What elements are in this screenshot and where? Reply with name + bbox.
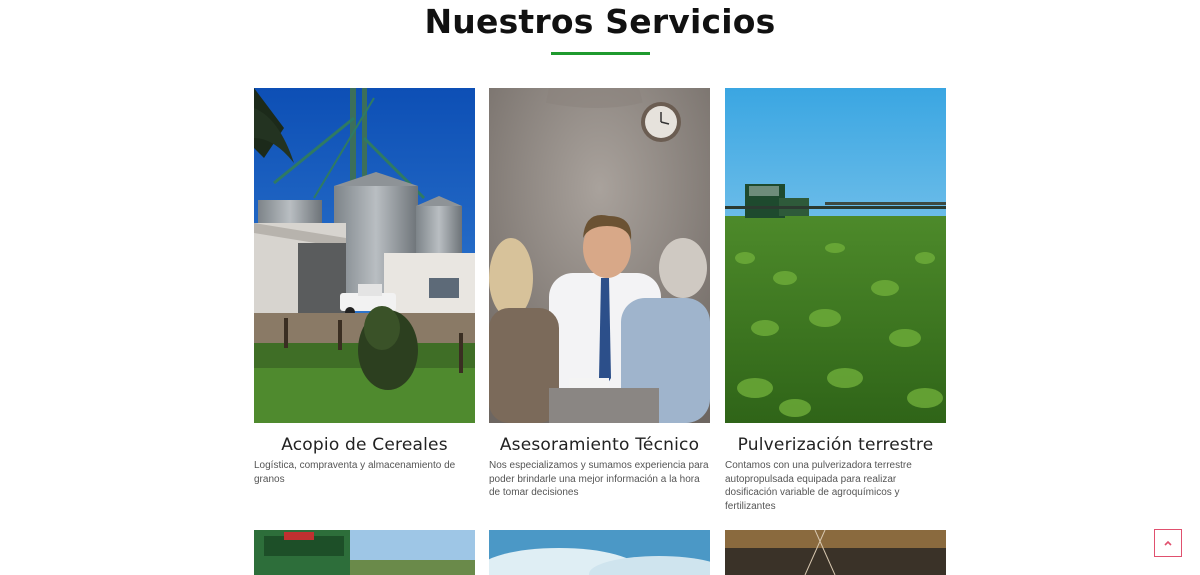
service-card-pulverizacion[interactable]: Pulverización terrestre Contamos con una… (725, 88, 946, 513)
title-underline (551, 52, 650, 55)
scroll-to-top-button[interactable] (1154, 529, 1182, 557)
sky-clouds-photo[interactable] (489, 530, 710, 575)
section-title: Nuestros Servicios (424, 2, 776, 41)
green-machinery-photo[interactable] (254, 530, 475, 575)
grain-silos-photo (254, 88, 475, 423)
chevron-up-icon (1163, 534, 1173, 552)
business-meeting-photo (489, 88, 710, 423)
service-card-asesoramiento[interactable]: Asesoramiento Técnico Nos especializamos… (489, 88, 710, 500)
service-title: Asesoramiento Técnico (499, 435, 700, 455)
service-title: Acopio de Cereales (281, 435, 448, 455)
service-description: Logística, compraventa y almacenamiento … (254, 460, 456, 485)
service-description: Contamos con una pulverizadora terrestre… (725, 460, 912, 512)
service-title: Pulverización terrestre (737, 435, 934, 455)
service-card-acopio[interactable]: Acopio de Cereales Logística, compravent… (254, 88, 475, 486)
sunset-field-photo[interactable] (725, 530, 946, 575)
crop-sprayer-field-photo (725, 88, 946, 423)
service-description: Nos especializamos y sumamos experiencia… (489, 460, 709, 498)
